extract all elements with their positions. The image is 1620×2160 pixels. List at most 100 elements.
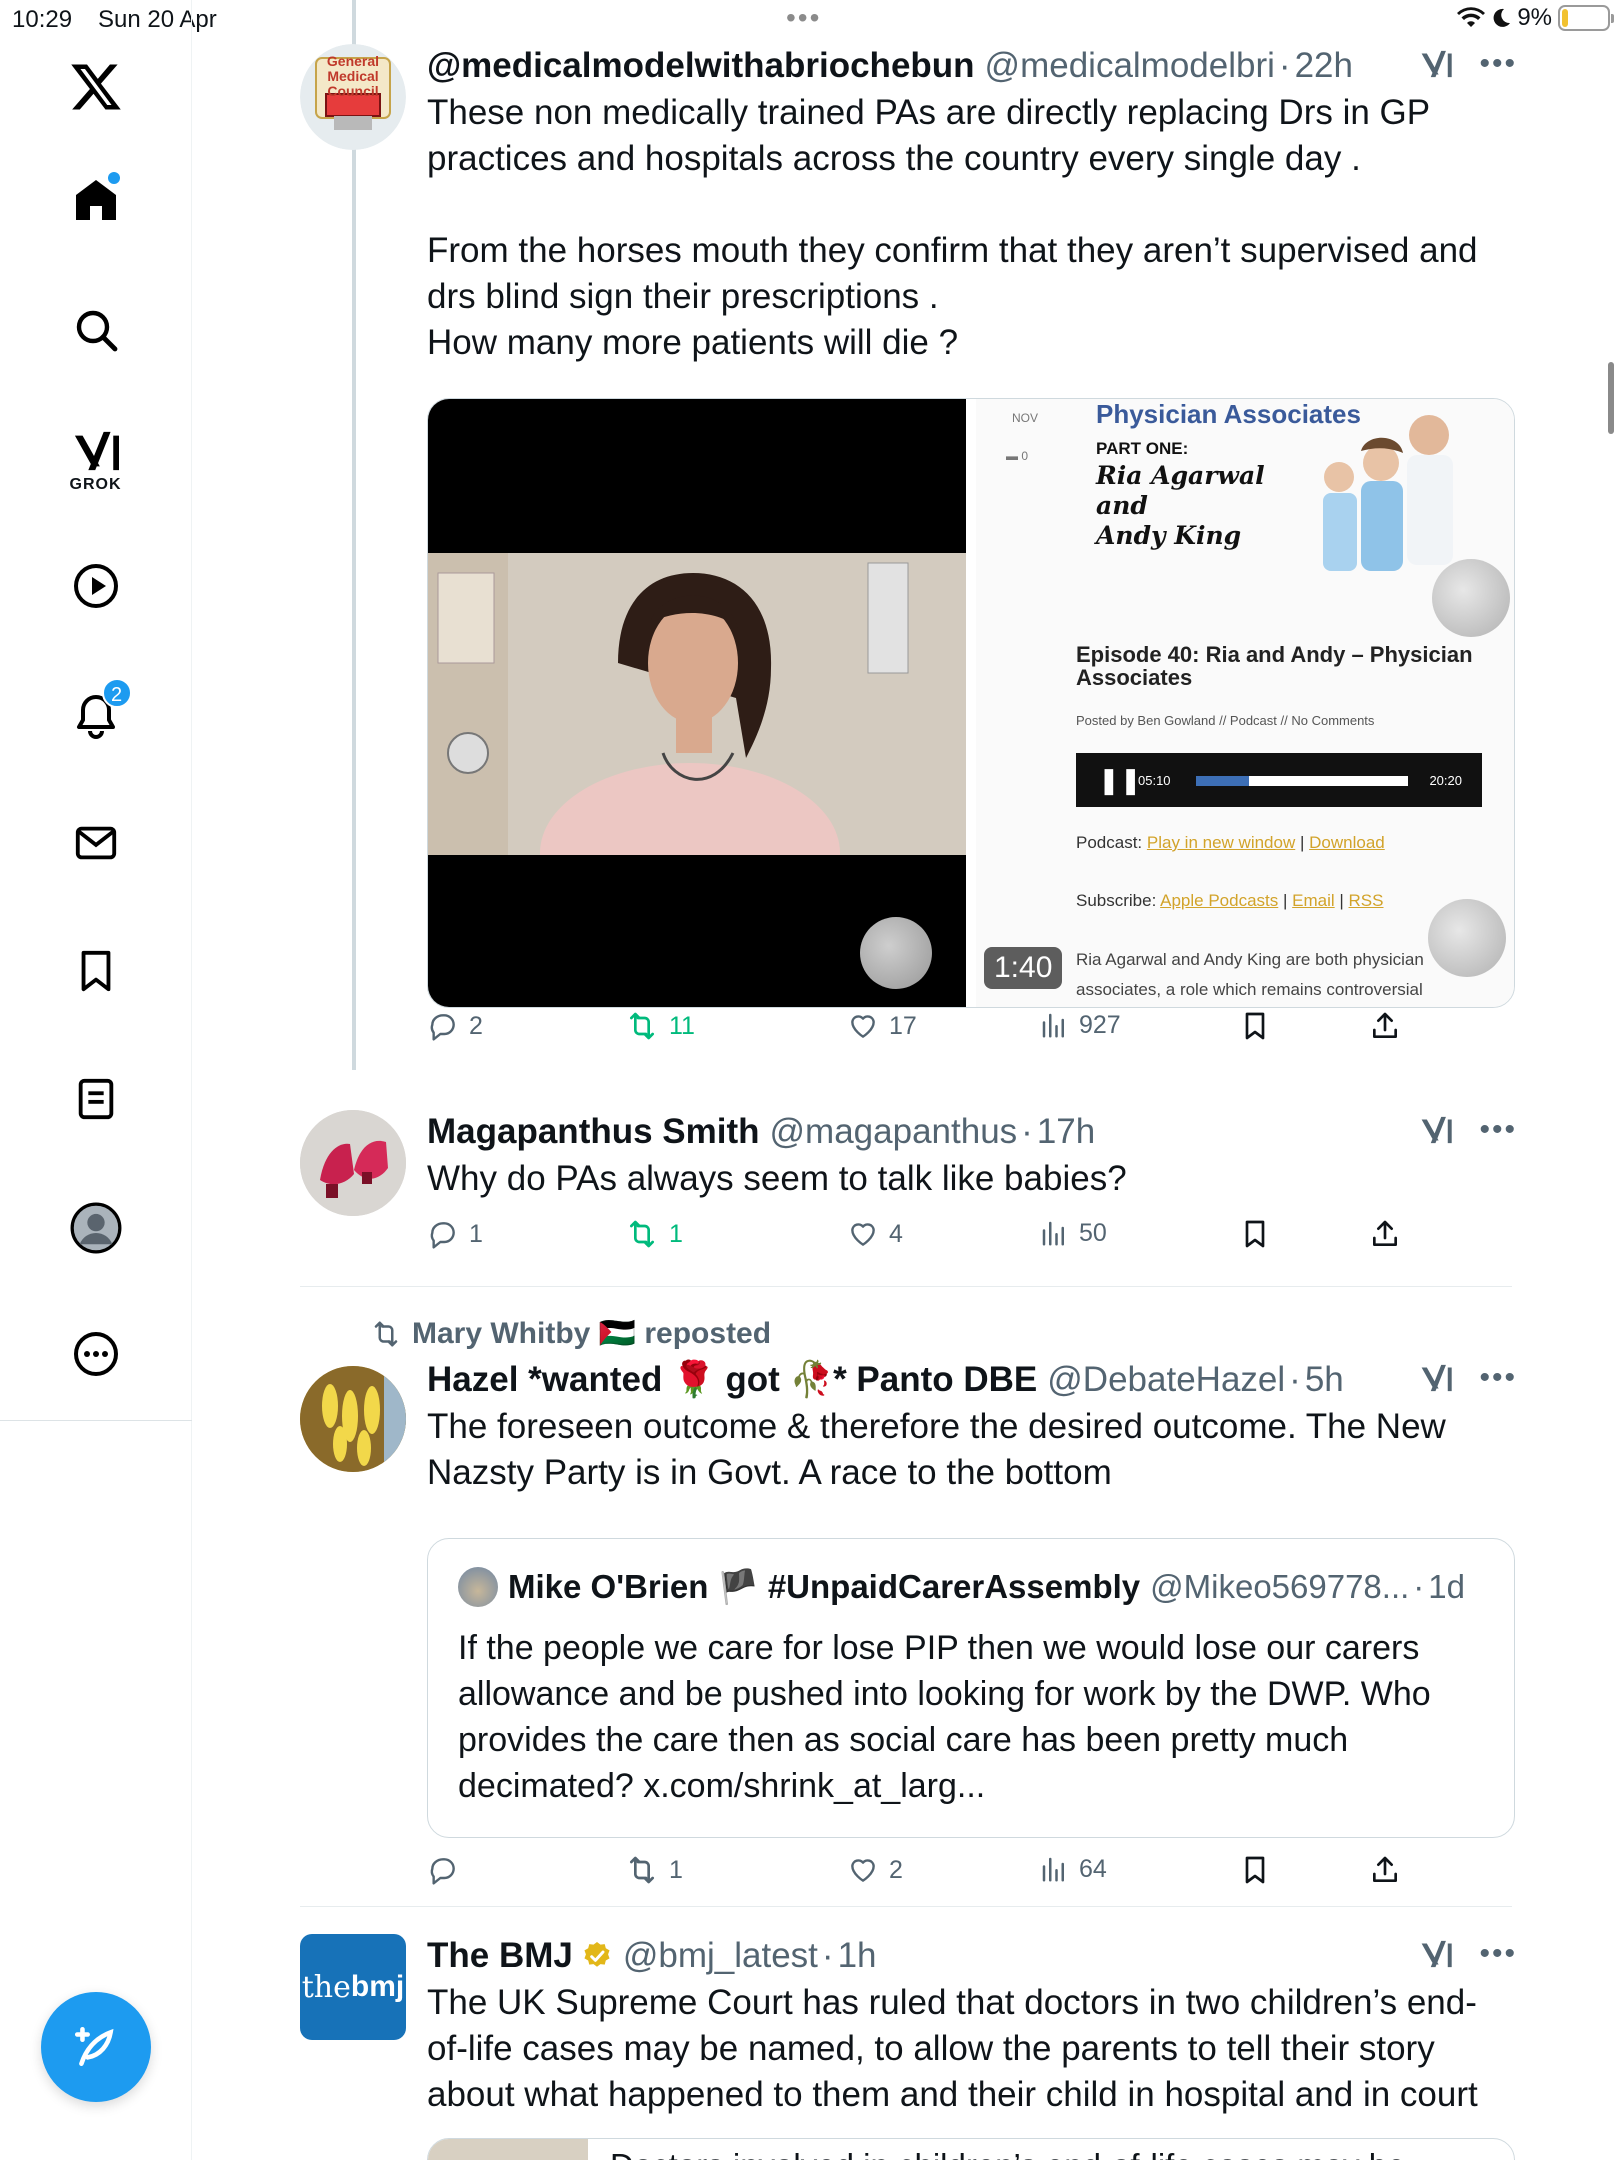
doctors-illustration [1323, 415, 1453, 571]
player-current-time: 05:10 [1138, 773, 1171, 788]
share-icon [1373, 1012, 1397, 1038]
podcast-episode-title: Episode 40: Ria and Andy – Physician Ass… [1076, 642, 1473, 690]
link-preview-card[interactable]: Doctors involved in children’s end-of-li… [427, 2138, 1515, 2160]
author-name[interactable]: Hazel *wanted 🌹 got 🥀* Panto DBE [427, 1358, 1037, 1402]
profile-avatar-icon[interactable] [70, 1202, 122, 1254]
author-name[interactable]: @medicalmodelwithabriochebun [427, 44, 975, 88]
timestamp[interactable]: 17h [1037, 1110, 1095, 1154]
grok-icon[interactable] [1419, 1362, 1453, 1394]
reply-button[interactable] [427, 1854, 469, 1886]
reply-icon [430, 1222, 455, 1249]
tweet-header: Hazel *wanted 🌹 got 🥀* Panto DBE @Debate… [427, 1358, 1517, 1402]
more-options-icon[interactable] [72, 1330, 120, 1378]
grok-icon [74, 431, 119, 471]
tweet-text: These non medically trained PAs are dire… [427, 93, 1478, 362]
quoted-timestamp: 1d [1428, 1568, 1466, 1605]
like-button[interactable]: 2 [847, 1854, 903, 1886]
repost-indicator[interactable]: Mary Whitby 🇵🇸 reposted [370, 1316, 771, 1351]
tweet-actions: 2 11 17 927 [427, 1010, 1427, 1054]
more-menu-icon[interactable]: ••• [1479, 1363, 1517, 1393]
separator: · [1413, 1568, 1425, 1605]
author-handle[interactable]: @bmj_latest [623, 1934, 818, 1978]
podcast-description: Ria Agarwal and Andy King are both physi… [1076, 950, 1424, 999]
repost-button[interactable]: 1 [625, 1854, 683, 1886]
x-logo-icon[interactable] [69, 62, 123, 112]
avatar[interactable]: General Medical Council [300, 44, 406, 150]
podcast-month: NOV [1012, 411, 1039, 425]
timestamp[interactable]: 22h [1295, 44, 1353, 88]
quoted-author-name: Mike O'Brien 🏴 #UnpaidCarerAssembly [508, 1567, 1141, 1605]
like-button[interactable]: 4 [847, 1218, 903, 1250]
more-menu-icon[interactable]: ••• [1479, 1115, 1517, 1145]
video-player[interactable] [428, 399, 966, 1007]
views-button[interactable]: 50 [1039, 1218, 1107, 1248]
lists-icon[interactable] [73, 1076, 119, 1122]
tweet-actions: 1 1 4 50 [427, 1218, 1427, 1262]
share-button[interactable] [1369, 1010, 1401, 1042]
author-name[interactable]: The BMJ [427, 1934, 573, 1978]
reply-button[interactable]: 1 [427, 1218, 483, 1250]
views-chart-icon [1042, 1221, 1064, 1246]
bookmark-button[interactable] [1239, 1854, 1271, 1886]
pause-icon: ❚❚ [1098, 765, 1142, 795]
repost-button[interactable]: 11 [625, 1010, 695, 1042]
separator: · [1289, 1360, 1301, 1399]
grok-icon[interactable] [1419, 1114, 1453, 1146]
avatar-text: General Medical Council [326, 53, 380, 99]
views-chart-icon [1042, 1013, 1064, 1038]
messages-envelope-icon[interactable] [73, 820, 119, 866]
sidebar: GROK 2 [0, 0, 192, 2160]
more-menu-icon[interactable]: ••• [1479, 1939, 1517, 1969]
author-name[interactable]: Magapanthus Smith [427, 1110, 760, 1154]
home-icon[interactable] [72, 172, 120, 224]
avatar[interactable]: the bmj [300, 1934, 406, 2040]
tweet-divider [300, 1286, 1512, 1287]
timestamp[interactable]: 1h [838, 1934, 877, 1978]
timestamp[interactable]: 5h [1305, 1358, 1344, 1402]
compose-feather-icon [74, 2027, 114, 2066]
more-menu-icon[interactable]: ••• [1479, 49, 1517, 79]
author-handle[interactable]: @magapanthus [770, 1110, 1018, 1154]
quoted-tweet[interactable]: Mike O'Brien 🏴 #UnpaidCarerAssembly @Mik… [427, 1538, 1515, 1838]
tweet-header: @medicalmodelwithabriochebun @medicalmod… [427, 44, 1517, 88]
grok-nav-item[interactable]: GROK [70, 428, 122, 494]
author-handle[interactable]: @DebateHazel [1047, 1358, 1285, 1402]
video-play-icon[interactable] [72, 562, 120, 610]
views-chart-icon [1042, 1857, 1064, 1882]
avatar[interactable] [300, 1110, 406, 1216]
avatar[interactable] [300, 1366, 406, 1472]
bookmark-button[interactable] [1239, 1218, 1271, 1250]
repost-icon [630, 1012, 654, 1040]
views-button[interactable]: 64 [1039, 1854, 1107, 1884]
reply-button[interactable]: 2 [427, 1010, 483, 1042]
like-button[interactable]: 17 [847, 1010, 917, 1042]
share-button[interactable] [1369, 1854, 1401, 1886]
search-icon[interactable] [72, 306, 120, 354]
grok-icon[interactable] [1419, 48, 1453, 80]
tweet-header: The BMJ @bmj_latest · 1h [427, 1934, 1517, 1978]
podcast-subscribe: Subscribe: Apple Podcasts | Email | RSS [1076, 891, 1384, 910]
separator: · [821, 1936, 834, 1975]
podcast-thumbnail[interactable]: NOV ▬ 0 Physician Associates PART ONE: R… [976, 399, 1514, 1007]
share-button[interactable] [1369, 1218, 1401, 1250]
repost-icon [374, 1321, 398, 1346]
tweet-actions: 1 2 64 [427, 1854, 1427, 1898]
repost-button[interactable]: 1 [625, 1218, 683, 1250]
video-overlay-circle [860, 917, 932, 989]
heart-icon [851, 1859, 875, 1882]
tweet-text: Why do PAs always seem to talk like babi… [427, 1159, 1127, 1198]
home-unread-dot [107, 172, 120, 184]
reply-icon [430, 1014, 455, 1041]
compose-post-button[interactable] [41, 1992, 151, 2102]
author-handle[interactable]: @medicalmodelbri [985, 44, 1275, 88]
tweet-media[interactable]: NOV ▬ 0 Physician Associates PART ONE: R… [427, 398, 1515, 1008]
bookmark-button[interactable] [1239, 1010, 1271, 1042]
heart-icon [851, 1015, 875, 1038]
bookmarks-icon[interactable] [73, 948, 119, 994]
podcast-overlay-circle [1432, 559, 1510, 637]
notifications-bell-icon[interactable]: 2 [72, 678, 132, 740]
views-button[interactable]: 927 [1039, 1010, 1121, 1040]
scrollbar[interactable] [1608, 362, 1614, 434]
podcast-posted-by: Posted by Ben Gowland // Podcast // No C… [1076, 713, 1375, 728]
grok-icon[interactable] [1419, 1938, 1453, 1970]
